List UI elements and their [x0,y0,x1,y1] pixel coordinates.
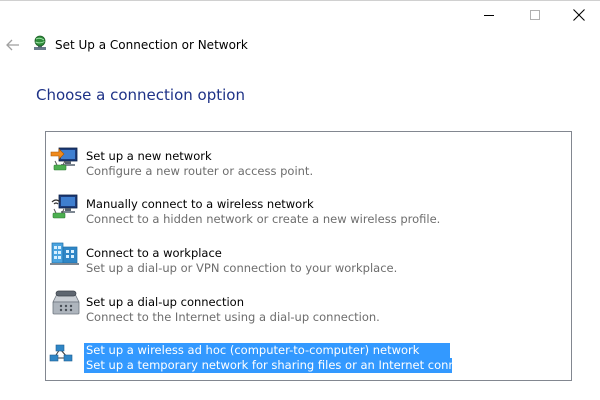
wireless-network-icon [49,190,83,220]
dialup-phone-icon [49,288,83,318]
maximize-icon [530,10,540,20]
option-title: Set up a wireless ad hoc (computer-to-co… [86,343,420,357]
option-manual-wireless[interactable]: Manually connect to a wireless network C… [47,184,567,226]
new-network-icon [49,142,83,172]
option-new-network[interactable]: Set up a new network Configure a new rou… [47,136,567,178]
network-center-icon [31,35,49,53]
option-description: Set up a dial-up or VPN connection to yo… [86,261,398,275]
connection-options-list: Set up a new network Configure a new rou… [45,131,572,381]
option-description: Configure a new router or access point. [86,164,314,178]
option-workplace[interactable]: Connect to a workplace Set up a dial-up … [47,233,567,275]
option-dialup[interactable]: Set up a dial-up connection Connect to t… [47,282,567,324]
option-description: Set up a temporary network for sharing f… [86,358,495,372]
maximize-button[interactable] [512,0,558,30]
page-heading: Choose a connection option [36,86,245,104]
adhoc-network-icon [49,336,83,366]
option-description: Connect to a hidden network or create a … [86,212,441,226]
window-title: Set Up a Connection or Network [55,38,248,52]
back-button[interactable] [3,36,23,54]
workplace-icon [49,239,83,269]
option-description: Connect to the Internet using a dial-up … [86,310,380,324]
option-title: Manually connect to a wireless network [86,197,314,211]
close-button[interactable] [556,0,600,30]
connection-wizard-window: Set Up a Connection or Network Choose a … [0,0,600,400]
option-adhoc-network[interactable]: Set up a wireless ad hoc (computer-to-co… [47,330,567,373]
close-icon [573,9,585,21]
option-title: Set up a new network [86,149,212,163]
back-arrow-icon [6,39,19,51]
option-title: Connect to a workplace [86,246,222,260]
minimize-button[interactable] [466,0,512,30]
option-title: Set up a dial-up connection [86,295,244,309]
minimize-icon [484,15,494,16]
